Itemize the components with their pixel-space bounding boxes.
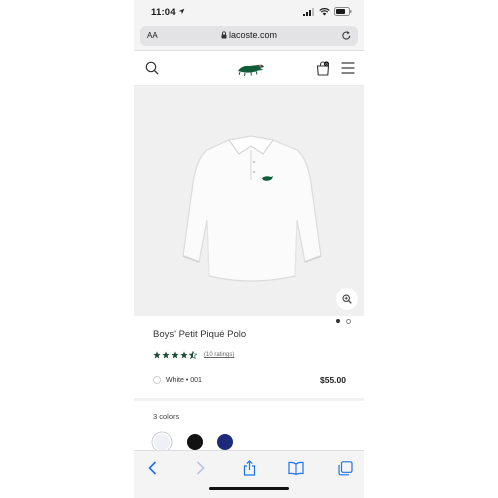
chevron-left-icon	[147, 461, 156, 475]
phone-screen: 11:04 AA lacoste.com 0 Boys' Petit Piqué…	[134, 0, 364, 498]
color-swatch-white[interactable]	[154, 434, 170, 450]
selected-color: White • 001	[153, 376, 202, 384]
shopping-bag-icon[interactable]: 0	[316, 61, 330, 76]
carousel-dot[interactable]	[346, 319, 351, 324]
reload-icon[interactable]	[341, 30, 352, 41]
share-button[interactable]	[239, 459, 259, 477]
book-icon	[288, 461, 304, 475]
battery-icon	[334, 7, 352, 16]
zoom-in-icon	[342, 294, 352, 304]
selected-color-name: White • 001	[166, 376, 202, 384]
bookmarks-button[interactable]	[286, 459, 306, 477]
color-swatch-navy[interactable]	[217, 434, 233, 450]
status-bar: 11:04	[134, 0, 364, 24]
url-display[interactable]: lacoste.com	[140, 30, 358, 40]
browser-address-bar: AA lacoste.com	[134, 24, 364, 51]
chevron-right-icon	[196, 461, 205, 475]
site-header: 0	[134, 51, 364, 86]
share-icon	[243, 460, 255, 476]
zoom-button[interactable]	[336, 288, 358, 310]
star-icon	[153, 351, 161, 359]
status-time: 11:04	[151, 7, 176, 18]
back-button[interactable]	[142, 459, 162, 477]
lock-icon	[221, 31, 227, 39]
search-icon[interactable]	[145, 61, 159, 75]
lacoste-logo[interactable]	[236, 61, 266, 77]
url-text: lacoste.com	[228, 30, 278, 40]
star-icon	[180, 351, 188, 359]
color-swatch-black[interactable]	[187, 434, 203, 450]
polo-shirt-image	[182, 135, 322, 282]
carousel-dot-active[interactable]	[336, 319, 340, 323]
url-field[interactable]: AA lacoste.com	[140, 26, 358, 46]
location-arrow-icon	[178, 8, 185, 15]
tabs-icon	[337, 460, 353, 475]
star-icon	[162, 351, 170, 359]
wifi-icon	[319, 7, 330, 16]
menu-icon[interactable]	[341, 62, 355, 74]
product-price: $55.00	[320, 375, 346, 385]
carousel-dots	[336, 319, 351, 324]
signal-icon	[303, 7, 314, 16]
tabs-button[interactable]	[335, 459, 355, 477]
status-icons	[303, 7, 352, 16]
star-half-icon	[189, 351, 197, 359]
ratings-link[interactable]: (10 ratings)	[204, 352, 234, 358]
browser-toolbar	[134, 450, 364, 498]
svg-text:0: 0	[325, 62, 327, 66]
star-icon	[171, 351, 179, 359]
colors-count-label: 3 colors	[153, 412, 180, 421]
star-rating[interactable]	[153, 351, 197, 359]
home-indicator[interactable]	[209, 487, 289, 490]
section-divider	[134, 398, 364, 401]
forward-button[interactable]	[190, 459, 210, 477]
selected-color-swatch	[153, 376, 161, 384]
product-title: Boys' Petit Piqué Polo	[153, 329, 247, 340]
product-image-carousel[interactable]	[134, 86, 364, 316]
